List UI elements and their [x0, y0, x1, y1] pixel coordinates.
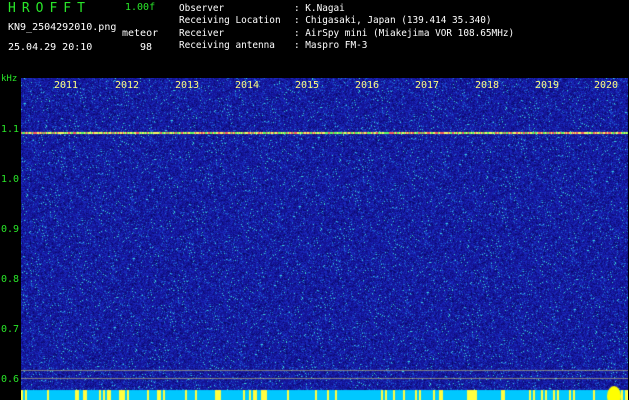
app-title: HROFFT [8, 1, 91, 16]
info-panel: Observer : K.Nagai Receiving Location : Ch… [179, 3, 514, 53]
y-tick-label: 0.7 [1, 324, 20, 335]
version-label: 1.00f [125, 2, 156, 13]
x-tick-label: 2013 [175, 80, 200, 91]
meteor-count: 98 [140, 42, 153, 53]
info-value: : AirSpy mini (Miakejima VOR 108.65MHz) [294, 27, 515, 39]
info-row-antenna: Receiving antenna : Maspro FM-3 [179, 40, 514, 52]
info-value: : Chigasaki, Japan (139.414 35.340) [294, 15, 492, 27]
info-row-receiver: Receiver : AirSpy mini (Miakejima VOR 108… [179, 28, 514, 40]
x-tick-label: 2011 [54, 80, 79, 91]
info-key: Observer [179, 3, 225, 14]
y-axis-unit: kHz [1, 74, 18, 84]
x-tick-label: 2018 [475, 80, 500, 91]
info-value: : K.Nagai [294, 3, 345, 14]
y-tick-label: 0.9 [1, 224, 20, 235]
info-key: Receiving antenna [179, 40, 275, 52]
header-bar: HROFFT 1.00f KN9_2504292010.png meteor 2… [0, 0, 629, 76]
x-tick-label: 2019 [535, 80, 560, 91]
meteor-label: meteor [122, 28, 159, 39]
info-row-observer: Observer : K.Nagai [179, 3, 514, 15]
x-tick-label: 2014 [235, 80, 260, 91]
y-tick-label: 1.1 [1, 124, 20, 135]
spectrogram-canvas[interactable] [21, 78, 628, 400]
info-key: Receiver [179, 27, 225, 39]
x-tick-label: 2020 [594, 80, 619, 91]
timestamp: 25.04.29 20:10 [8, 42, 93, 53]
y-tick-label: 0.6 [1, 374, 20, 385]
y-tick-label: 1.0 [1, 174, 20, 185]
x-tick-label: 2012 [115, 80, 140, 91]
x-tick-label: 2016 [355, 80, 380, 91]
y-tick-label: 0.8 [1, 274, 20, 285]
info-value: : Maspro FM-3 [294, 40, 368, 52]
info-row-location: Receiving Location : Chigasaki, Japan (13… [179, 15, 514, 27]
info-key: Receiving Location [179, 15, 281, 27]
x-tick-label: 2015 [295, 80, 320, 91]
x-tick-label: 2017 [415, 80, 440, 91]
file-name: KN9_2504292010.png [8, 22, 117, 33]
